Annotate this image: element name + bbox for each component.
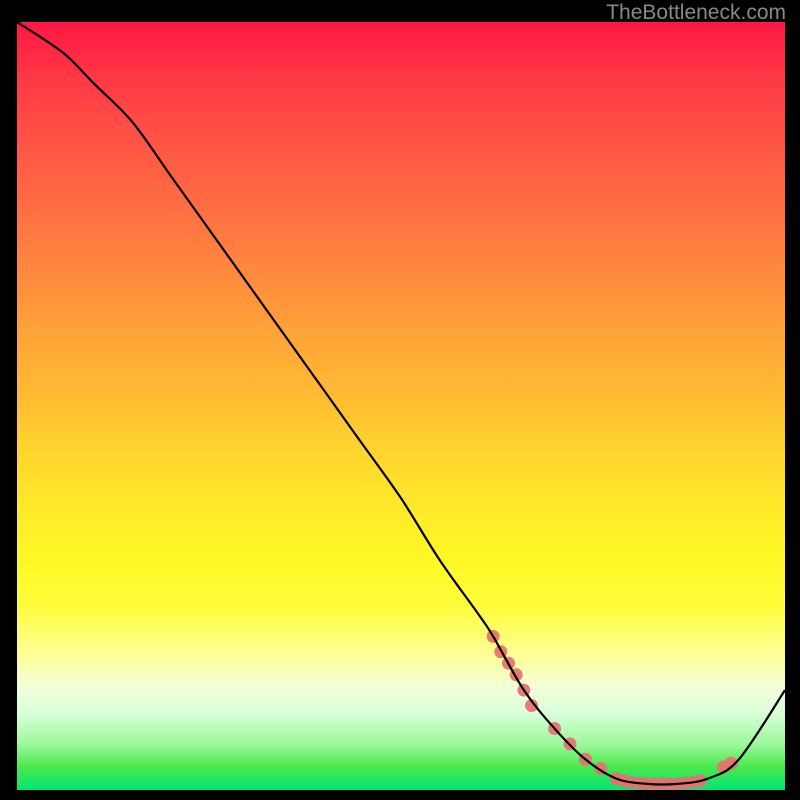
- plot-area: [17, 22, 785, 790]
- chart-container: TheBottleneck.com: [0, 0, 800, 800]
- curve-svg: [17, 22, 785, 790]
- watermark-text: TheBottleneck.com: [606, 1, 786, 25]
- bottleneck-curve: [17, 22, 785, 785]
- data-markers: [487, 630, 738, 790]
